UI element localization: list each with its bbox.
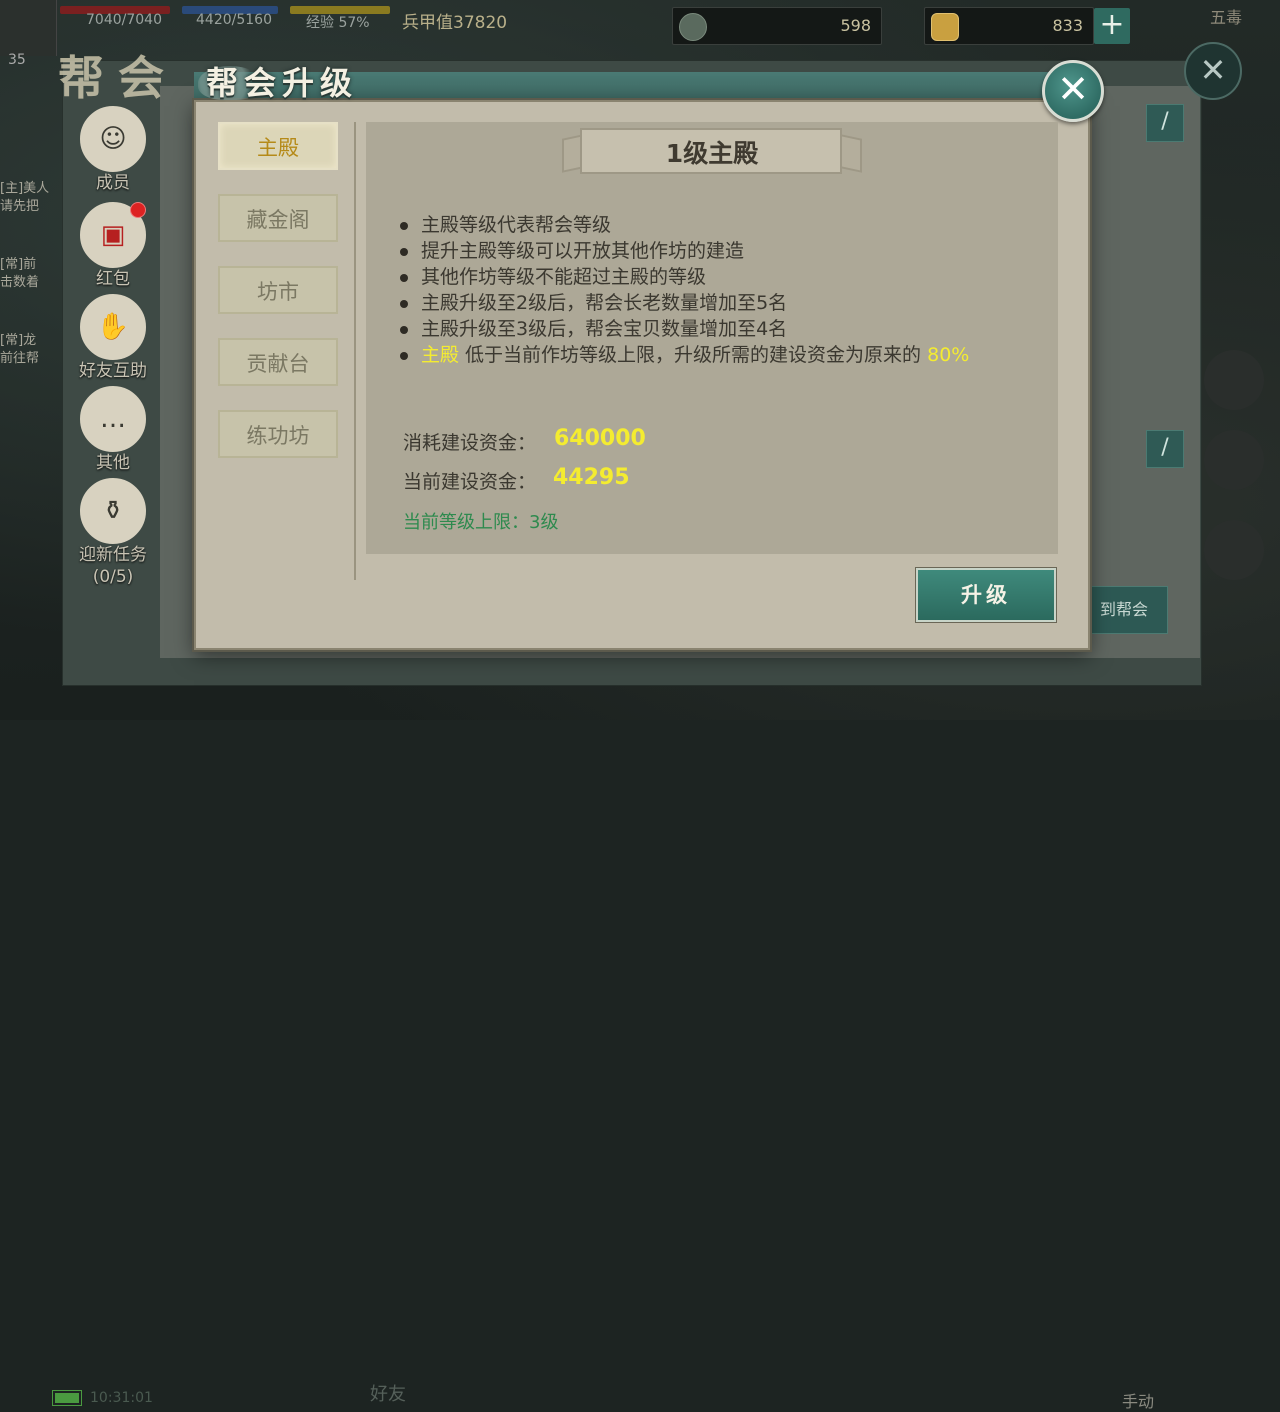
description-item-discount: 主殿 低于当前作坊等级上限，升级所需的建设资金为原来的 80% — [396, 342, 1046, 368]
cost-value: 640000 — [554, 426, 646, 451]
close-button[interactable]: ✕ — [1042, 60, 1104, 122]
tab-contribution[interactable]: 贡献台 — [218, 338, 338, 386]
current-funds-value: 44295 — [553, 465, 630, 490]
highlight-building: 主殿 — [421, 344, 460, 366]
manual-toggle[interactable]: 手动 — [1122, 1388, 1154, 1412]
tab-main-hall[interactable]: 主殿 — [218, 122, 338, 170]
level-banner: 1级主殿 — [562, 126, 862, 178]
tab-divider — [354, 122, 356, 580]
description-item: 主殿升级至3级后，帮会宝贝数量增加至4名 — [396, 316, 1046, 342]
highlight-percent: 80% — [927, 344, 970, 366]
current-funds-label: 当前建设资金： — [403, 471, 537, 493]
friend-button[interactable]: 好友 — [370, 1380, 406, 1406]
cost-label: 消耗建设资金： — [403, 432, 537, 454]
description-item: 主殿等级代表帮会等级 — [396, 212, 1046, 238]
dialog-title: 帮会升级 — [206, 64, 359, 102]
clock: 10:31:01 — [90, 1390, 153, 1406]
description-item: 其他作坊等级不能超过主殿的等级 — [396, 264, 1046, 290]
battery-icon — [52, 1390, 82, 1406]
tab-training[interactable]: 练功坊 — [218, 410, 338, 458]
tab-treasury[interactable]: 藏金阁 — [218, 194, 338, 242]
level-cap-text: 当前等级上限：3级 — [403, 512, 559, 533]
building-description-list: 主殿等级代表帮会等级 提升主殿等级可以开放其他作坊的建造 其他作坊等级不能超过主… — [396, 212, 1046, 368]
description-item: 主殿升级至2级后，帮会长老数量增加至5名 — [396, 290, 1046, 316]
upgrade-button[interactable]: 升级 — [915, 567, 1057, 623]
discount-text: 低于当前作坊等级上限，升级所需的建设资金为原来的 — [459, 344, 928, 366]
description-item: 提升主殿等级可以开放其他作坊的建造 — [396, 238, 1046, 264]
building-level-title: 1级主殿 — [665, 139, 759, 168]
tab-market[interactable]: 坊市 — [218, 266, 338, 314]
